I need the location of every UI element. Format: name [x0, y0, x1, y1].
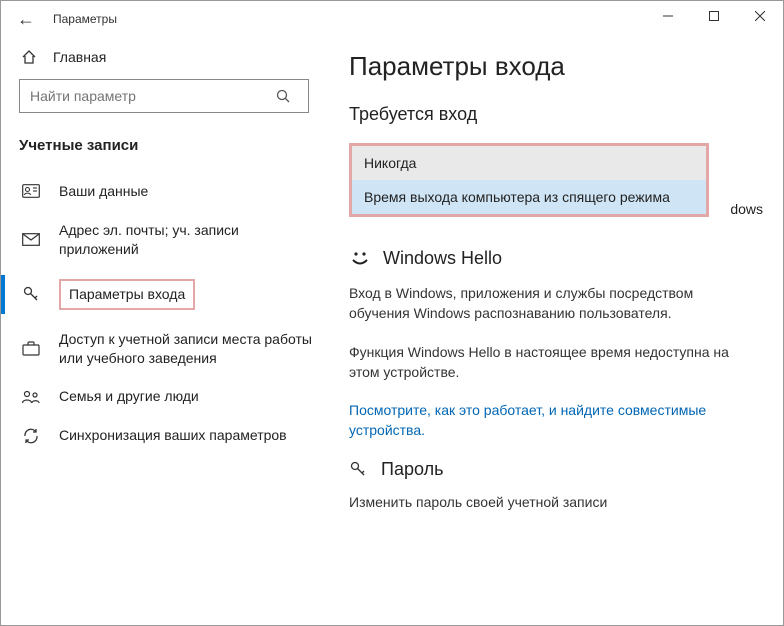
sidebar-item-family[interactable]: Семья и другие люди	[19, 377, 335, 416]
sidebar-item-sync[interactable]: Синхронизация ваших параметров	[19, 416, 335, 455]
password-title: Пароль	[381, 459, 443, 480]
people-icon	[21, 389, 41, 405]
sidebar-item-email[interactable]: Адрес эл. почты; уч. записи приложений	[19, 211, 335, 269]
sidebar-item-label: Ваши данные	[59, 182, 148, 201]
sidebar: Главная Учетные записи Ваши данные Адрес…	[1, 37, 335, 625]
home-icon	[21, 49, 39, 65]
windows-hello-title: Windows Hello	[383, 248, 502, 269]
dropdown-option-wake[interactable]: Время выхода компьютера из спящего режим…	[352, 180, 706, 214]
sidebar-item-label: Доступ к учетной записи места работы или…	[59, 330, 319, 368]
dropdown-option-never[interactable]: Никогда	[352, 146, 706, 180]
hello-description: Вход в Windows, приложения и службы поср…	[349, 283, 739, 324]
key-icon	[21, 285, 41, 303]
maximize-button[interactable]	[691, 1, 737, 31]
person-card-icon	[21, 184, 41, 198]
highlight-box: Параметры входа	[59, 279, 195, 310]
sidebar-item-label: Адрес эл. почты; уч. записи приложений	[59, 221, 319, 259]
key-icon	[349, 460, 369, 478]
windows-hello-header: Windows Hello	[349, 247, 763, 269]
home-label: Главная	[53, 49, 106, 65]
hello-learn-more-link[interactable]: Посмотрите, как это работает, и найдите …	[349, 400, 739, 441]
signin-required-heading: Требуется вход	[349, 104, 763, 125]
search-icon	[276, 89, 308, 103]
mail-icon	[21, 233, 41, 246]
content-area: Параметры входа Требуется вход dows Нико…	[335, 37, 783, 625]
signin-dropdown[interactable]: Никогда Время выхода компьютера из спяще…	[349, 143, 709, 217]
search-box[interactable]	[19, 79, 309, 113]
minimize-button[interactable]	[645, 1, 691, 31]
sync-icon	[21, 427, 41, 445]
search-input[interactable]	[20, 88, 276, 104]
truncated-text: dows	[730, 201, 763, 217]
sidebar-item-signin-options[interactable]: Параметры входа	[19, 269, 335, 320]
window-title: Параметры	[53, 12, 117, 26]
home-link[interactable]: Главная	[19, 43, 335, 79]
password-header: Пароль	[349, 459, 763, 480]
sidebar-item-work-access[interactable]: Доступ к учетной записи места работы или…	[19, 320, 335, 378]
page-title: Параметры входа	[349, 51, 763, 82]
hello-unavailable: Функция Windows Hello в настоящее время …	[349, 342, 739, 383]
smile-icon	[349, 247, 371, 269]
briefcase-icon	[21, 341, 41, 356]
sidebar-item-your-info[interactable]: Ваши данные	[19, 172, 335, 211]
close-button[interactable]	[737, 1, 783, 31]
sidebar-item-label: Параметры входа	[69, 286, 185, 302]
back-button[interactable]: ←	[17, 9, 45, 30]
sidebar-item-label: Синхронизация ваших параметров	[59, 426, 287, 445]
sidebar-section-header: Учетные записи	[19, 137, 335, 154]
sidebar-item-label: Семья и другие люди	[59, 387, 199, 406]
window-controls	[645, 1, 783, 31]
password-description: Изменить пароль своей учетной записи	[349, 492, 739, 512]
